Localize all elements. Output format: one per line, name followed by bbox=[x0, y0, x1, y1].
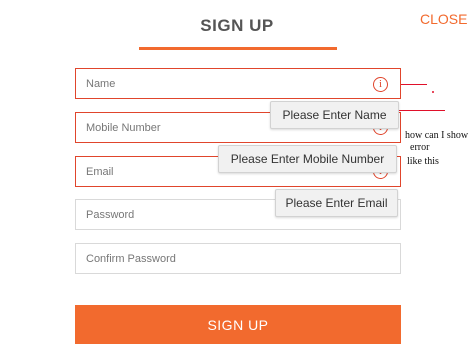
email-error-tooltip: Please Enter Email bbox=[275, 189, 398, 217]
annotation-line-middle bbox=[399, 110, 445, 111]
confirm-password-field[interactable] bbox=[75, 243, 401, 274]
name-error-info-icon[interactable]: i bbox=[373, 77, 388, 92]
mobile-error-tooltip: Please Enter Mobile Number bbox=[218, 145, 397, 173]
annotation-dot bbox=[432, 91, 434, 93]
close-button[interactable]: CLOSE bbox=[420, 11, 467, 27]
sign-up-button[interactable]: SIGN UP bbox=[75, 305, 401, 344]
annotation-line-top bbox=[401, 84, 427, 85]
name-field[interactable] bbox=[75, 68, 401, 99]
confirm-password-input[interactable] bbox=[76, 244, 400, 273]
annotation-text-line2: error bbox=[410, 142, 430, 153]
name-error-tooltip: Please Enter Name bbox=[270, 101, 399, 129]
name-input[interactable] bbox=[76, 69, 400, 98]
annotation-text-line1: how can I show bbox=[405, 130, 469, 141]
title-underline bbox=[139, 47, 337, 50]
page-title: SIGN UP bbox=[200, 16, 274, 35]
annotation-text-line3: like this bbox=[407, 156, 439, 167]
